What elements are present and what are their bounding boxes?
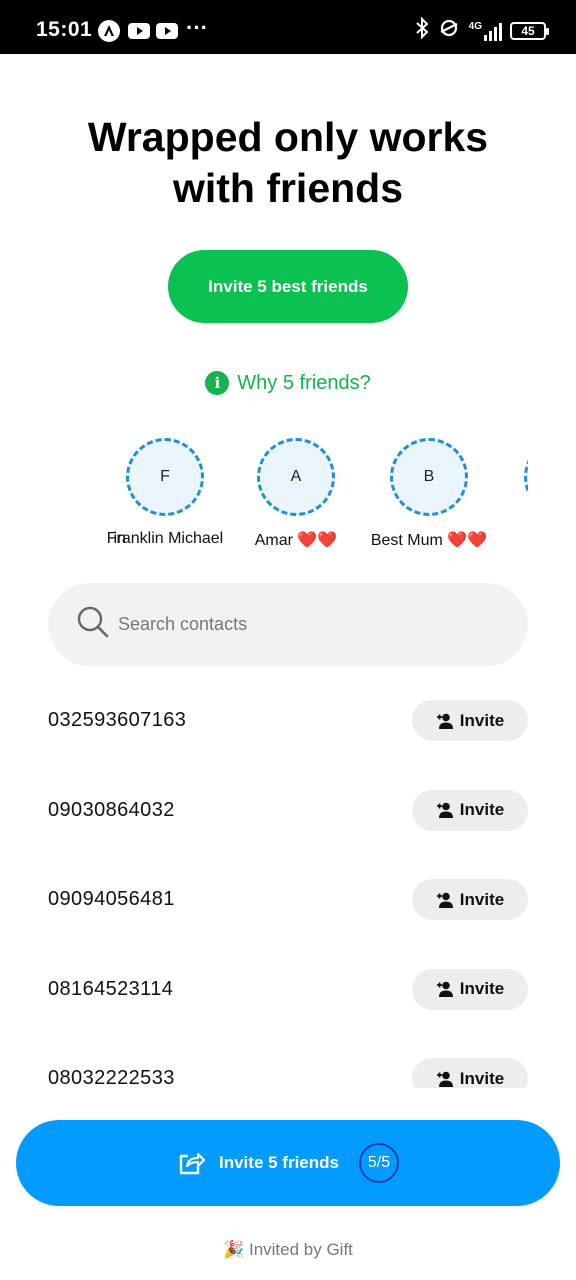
search-bar[interactable] <box>48 583 528 666</box>
invite-label: Invite <box>459 1068 505 1088</box>
add-person-icon <box>436 802 453 819</box>
invite-friends-label: Invite 5 friends <box>219 1153 339 1172</box>
network-type: 4G <box>468 20 482 32</box>
contact-phone: 08032222533 <box>48 1067 175 1088</box>
contact-row: 09094056481 Invite <box>48 855 528 945</box>
friend-avatar: A <box>257 438 335 516</box>
invite-contact-button[interactable]: Invite <box>412 968 528 1010</box>
invite-contact-button[interactable]: Invite <box>412 700 528 742</box>
circle-a-icon <box>98 20 120 42</box>
hotspot-icon <box>437 18 461 43</box>
youtube-icon <box>128 23 150 39</box>
friend-avatar <box>524 438 528 516</box>
info-icon: i <box>205 371 230 395</box>
contact-phone: 032593607163 <box>48 709 187 732</box>
contact-phone: 09030864032 <box>48 798 175 821</box>
search-icon <box>76 605 110 644</box>
title-line-2: with friends <box>172 165 404 211</box>
status-indicators: 4G 45 <box>415 16 549 44</box>
invite-contact-button[interactable]: Invite <box>412 789 528 831</box>
why-friends-link[interactable]: i Why 5 friends? <box>0 371 576 395</box>
contact-phone: 08164523114 <box>48 977 174 1000</box>
invite-label: Invite <box>459 979 505 999</box>
friend-item[interactable]: in <box>48 438 126 548</box>
contact-row: 032593607163 Invite <box>48 676 528 766</box>
contact-row: 08164523114 Invite <box>48 945 528 1035</box>
invite-counter: 5/5 <box>358 1143 399 1183</box>
friend-name: in <box>113 530 126 547</box>
add-person-icon <box>436 892 453 908</box>
friend-name: Best Mum ❤️❤️ <box>370 532 488 549</box>
youtube-icon <box>156 23 178 39</box>
more-dots-icon: ··· <box>186 15 208 40</box>
invite-friends-button[interactable]: Invite 5 friends 5/5 <box>16 1120 560 1206</box>
invite-label: Invite <box>459 889 505 909</box>
invite-best-friends-button[interactable]: Invite 5 best friends <box>168 250 408 323</box>
contact-row: 08032222533 Invite <box>48 1034 528 1088</box>
battery-icon: 45 <box>510 21 549 40</box>
signal-icon: 4G <box>469 21 502 41</box>
search-input[interactable] <box>118 614 478 635</box>
contacts-list[interactable]: 032593607163 Invite 09030864032 Invite 0… <box>48 676 528 1088</box>
invited-by-text: 🎉 Invited by Gift <box>223 1240 353 1259</box>
status-time: 15:01 <box>36 18 93 41</box>
friends-carousel[interactable]: in F Franklin Michael A Amar ❤️❤️ B Best… <box>48 438 528 558</box>
status-bar: 15:01 ··· 4G 45 <box>0 0 576 54</box>
invite-contact-button[interactable]: Invite <box>412 879 528 921</box>
invite-contact-button[interactable]: Invite <box>412 1058 528 1088</box>
share-icon <box>179 1152 205 1175</box>
title-line-1: Wrapped only works <box>87 114 489 160</box>
friend-avatar: B <box>390 438 468 516</box>
bluetooth-icon <box>415 16 429 44</box>
page-title: Wrapped only works with friends <box>0 112 576 214</box>
invite-label: Invite <box>459 800 505 820</box>
add-person-icon <box>436 1071 453 1087</box>
add-person-icon <box>436 713 453 729</box>
friend-item[interactable] <box>478 438 528 530</box>
contact-row: 09030864032 Invite <box>48 766 528 856</box>
contact-phone: 09094056481 <box>48 888 175 911</box>
add-person-icon <box>436 981 453 998</box>
battery-level: 45 <box>521 23 535 38</box>
invite-label: Invite <box>459 710 505 730</box>
why-friends-label: Why 5 friends? <box>237 371 371 394</box>
friend-avatar: F <box>126 438 204 516</box>
